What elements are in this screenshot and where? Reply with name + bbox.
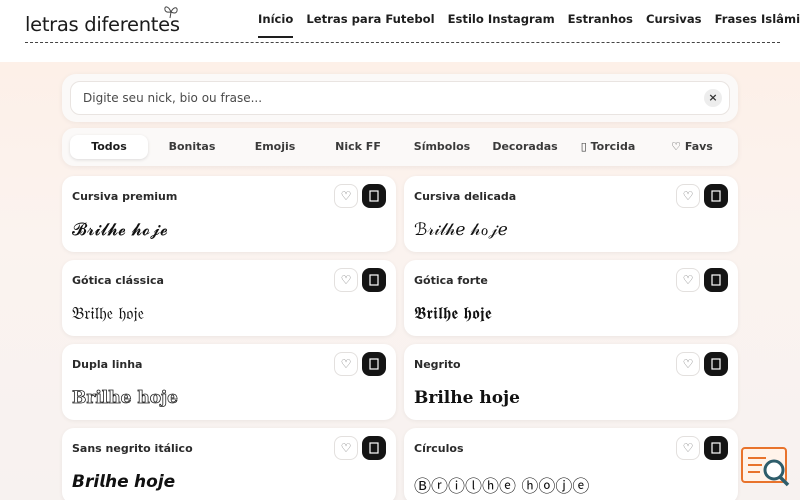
card-title: Círculos — [414, 442, 464, 455]
card-title: Negrito — [414, 358, 461, 371]
style-card: Dupla linha ♡ Brilhe hoje — [62, 344, 396, 420]
nav-estranhos[interactable]: Estranhos — [568, 12, 633, 38]
nav-inicio[interactable]: Início — [258, 12, 294, 38]
card-preview[interactable]: 𝓑𝓻𝓲𝓵𝓱𝓮 𝓱𝓸𝓳𝓮 — [72, 220, 168, 240]
style-card: Gótica forte ♡ 𝕭𝖗𝖎𝖑𝖍𝖊 𝖍𝖔𝖏𝖊 — [404, 260, 738, 336]
site-header: letras diferentes Início Letras para Fut… — [0, 0, 800, 62]
tab-emojis[interactable]: Emojis — [238, 135, 312, 159]
copy-icon — [369, 358, 379, 370]
copy-button[interactable] — [704, 268, 728, 292]
style-card: Círculos ♡ Ⓑⓡⓘⓛⓗⓔ ⓗⓞⓙⓔ — [404, 428, 738, 500]
favorite-button[interactable]: ♡ — [676, 436, 700, 460]
style-card: Gótica clássica ♡ 𝔅𝔯𝔦𝔩𝔥𝔢 𝔥𝔬𝔧𝔢 — [62, 260, 396, 336]
style-card: Sans negrito itálico ♡ 𝘽𝙧𝙞𝙡𝙝𝙚 𝙝𝙤𝙟𝙚 — [62, 428, 396, 500]
copy-button[interactable] — [362, 352, 386, 376]
style-card: Negrito ♡ Brilhe hoje — [404, 344, 738, 420]
copy-button[interactable] — [704, 184, 728, 208]
copy-icon — [369, 190, 379, 202]
favorite-button[interactable]: ♡ — [334, 436, 358, 460]
style-card: Cursiva delicada ♡ ℬ𝓇𝒾𝓁𝒽ℯ 𝒽ℴ𝒿ℯ — [404, 176, 738, 252]
copy-button[interactable] — [704, 436, 728, 460]
butterfly-icon — [164, 6, 178, 19]
ball-icon: ▯ — [580, 140, 587, 153]
tab-favs[interactable]: ♡ Favs — [654, 135, 730, 159]
logo-text: letras diferentes — [25, 13, 180, 36]
main-nav: Início Letras para Futebol Estilo Instag… — [258, 12, 800, 38]
copy-icon — [711, 190, 721, 202]
favorite-button[interactable]: ♡ — [676, 184, 700, 208]
heart-icon: ♡ — [671, 140, 681, 153]
tab-torcida[interactable]: ▯ Torcida — [568, 135, 648, 159]
copy-button[interactable] — [362, 184, 386, 208]
card-title: Dupla linha — [72, 358, 143, 371]
card-preview[interactable]: Brilhe hoje — [72, 388, 179, 409]
card-title: Gótica forte — [414, 274, 488, 287]
search-input[interactable] — [70, 81, 730, 115]
tab-favs-label: Favs — [684, 140, 713, 153]
site-logo[interactable]: letras diferentes — [25, 13, 180, 36]
nav-letras-futebol[interactable]: Letras para Futebol — [306, 12, 434, 38]
card-preview[interactable]: 𝕭𝖗𝖎𝖑𝖍𝖊 𝖍𝖔𝖏𝖊 — [414, 304, 492, 324]
card-title: Cursiva premium — [72, 190, 178, 203]
style-card: Cursiva premium ♡ 𝓑𝓻𝓲𝓵𝓱𝓮 𝓱𝓸𝓳𝓮 — [62, 176, 396, 252]
copy-icon — [711, 358, 721, 370]
category-tabs: Todos Bonitas Emojis Nick FF Símbolos De… — [62, 128, 738, 166]
copy-icon — [711, 442, 721, 454]
card-preview[interactable]: 𝘽𝙧𝙞𝙡𝙝𝙚 𝙝𝙤𝙟𝙚 — [72, 472, 175, 492]
search-document-badge-icon[interactable] — [738, 444, 792, 488]
tab-decoradas[interactable]: Decoradas — [488, 135, 562, 159]
copy-button[interactable] — [362, 268, 386, 292]
card-preview[interactable]: ℬ𝓇𝒾𝓁𝒽ℯ 𝒽ℴ𝒿ℯ — [414, 220, 508, 240]
card-title: Cursiva delicada — [414, 190, 517, 203]
nav-cursivas[interactable]: Cursivas — [646, 12, 702, 38]
favorite-button[interactable]: ♡ — [334, 352, 358, 376]
header-divider — [25, 42, 780, 43]
favorite-button[interactable]: ♡ — [676, 268, 700, 292]
favorite-button[interactable]: ♡ — [334, 268, 358, 292]
tab-simbolos[interactable]: Símbolos — [404, 135, 480, 159]
tab-todos[interactable]: Todos — [70, 135, 148, 159]
card-title: Gótica clássica — [72, 274, 164, 287]
search-bar: × — [62, 74, 738, 122]
card-preview[interactable]: Ⓑⓡⓘⓛⓗⓔ ⓗⓞⓙⓔ — [414, 472, 589, 497]
nav-frases-islamicas[interactable]: Frases Islâmicas — [715, 12, 800, 38]
copy-icon — [369, 442, 379, 454]
card-preview[interactable]: Brilhe hoje — [414, 388, 520, 408]
favorite-button[interactable]: ♡ — [334, 184, 358, 208]
clear-search-button[interactable]: × — [704, 89, 722, 107]
card-preview[interactable]: 𝔅𝔯𝔦𝔩𝔥𝔢 𝔥𝔬𝔧𝔢 — [72, 304, 144, 324]
copy-icon — [711, 274, 721, 286]
tab-nick-ff[interactable]: Nick FF — [320, 135, 396, 159]
favorite-button[interactable]: ♡ — [676, 352, 700, 376]
card-title: Sans negrito itálico — [72, 442, 193, 455]
tab-bonitas[interactable]: Bonitas — [154, 135, 230, 159]
nav-estilo-instagram[interactable]: Estilo Instagram — [448, 12, 555, 38]
copy-button[interactable] — [704, 352, 728, 376]
copy-icon — [369, 274, 379, 286]
tab-torcida-label: Torcida — [590, 140, 636, 153]
copy-button[interactable] — [362, 436, 386, 460]
